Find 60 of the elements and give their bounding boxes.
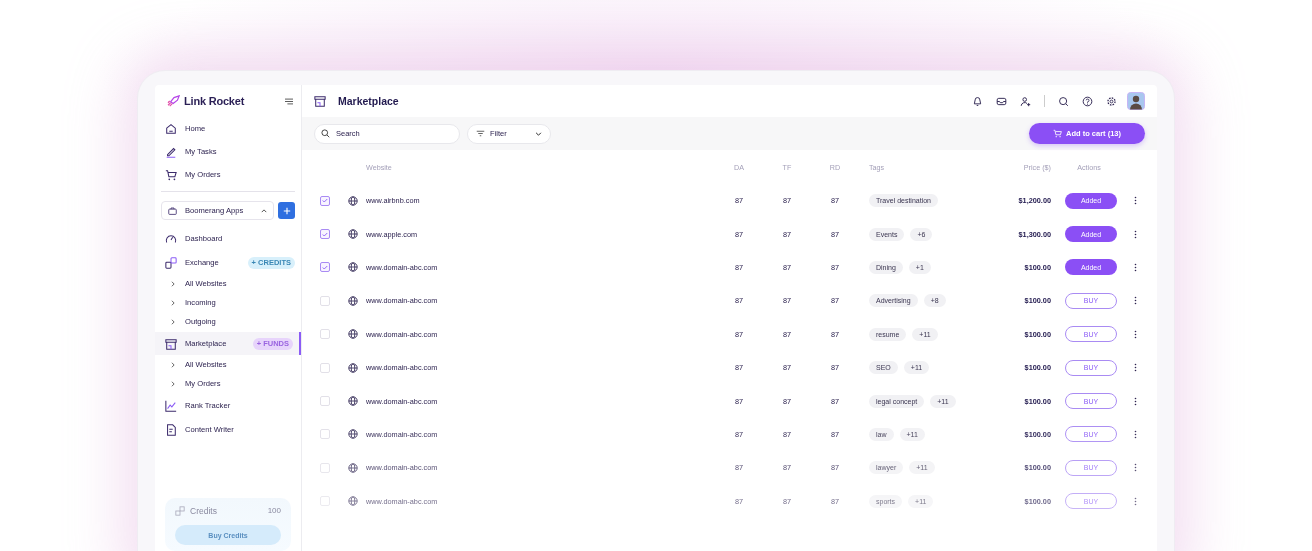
search-icon xyxy=(321,129,330,138)
kebab-menu-icon[interactable] xyxy=(1134,429,1137,439)
store-icon xyxy=(314,95,326,107)
inbox-icon[interactable] xyxy=(996,95,1007,107)
globe-icon xyxy=(348,195,358,206)
filter-icon xyxy=(476,129,485,138)
chevron-up-icon xyxy=(261,208,267,213)
checkmark-icon xyxy=(322,198,328,204)
chevron-down-icon xyxy=(535,131,542,136)
home-icon xyxy=(165,122,177,135)
checkmark-icon xyxy=(322,264,328,270)
avatar-icon[interactable] xyxy=(1127,92,1145,110)
gauge-icon xyxy=(165,232,177,245)
add-user-icon[interactable] xyxy=(1020,95,1031,107)
chevron-right-icon xyxy=(171,380,175,387)
chevron-right-icon xyxy=(171,361,175,368)
checkbox[interactable] xyxy=(320,229,330,240)
globe-icon xyxy=(348,396,358,407)
menu-icon[interactable] xyxy=(285,97,293,105)
logo-text: Link Rocket xyxy=(184,95,245,107)
kebab-menu-icon[interactable] xyxy=(1134,229,1137,239)
cart-icon xyxy=(1053,129,1062,138)
globe-icon xyxy=(348,362,358,373)
kebab-menu-icon[interactable] xyxy=(1134,296,1137,306)
chevron-right-icon xyxy=(171,280,175,287)
exchange-icon xyxy=(165,256,177,269)
kebab-menu-icon[interactable] xyxy=(1134,262,1137,272)
settings-icon[interactable] xyxy=(1106,95,1117,107)
globe-icon xyxy=(348,429,358,440)
globe-icon xyxy=(348,262,358,273)
search-icon[interactable] xyxy=(1058,95,1069,107)
credits-value: 100 xyxy=(267,506,281,515)
globe-icon xyxy=(348,496,358,507)
rocket-logo-icon xyxy=(167,95,181,107)
kebab-menu-icon[interactable] xyxy=(1134,329,1137,339)
globe-icon xyxy=(348,295,358,306)
credits-icon xyxy=(175,505,185,516)
credits-label: Credits xyxy=(190,505,218,516)
kebab-menu-icon[interactable] xyxy=(1134,396,1137,406)
page-title: Marketplace xyxy=(338,95,400,107)
globe-icon xyxy=(348,229,358,240)
checkbox[interactable] xyxy=(320,262,330,273)
kebab-menu-icon[interactable] xyxy=(1134,196,1137,206)
plus-icon xyxy=(282,206,291,215)
pencil-icon xyxy=(165,145,177,158)
checkmark-icon xyxy=(322,231,328,237)
briefcase-icon xyxy=(168,206,177,215)
kebab-menu-icon[interactable] xyxy=(1134,363,1137,373)
chevron-right-icon xyxy=(171,318,175,325)
chart-icon xyxy=(165,399,177,412)
store-icon xyxy=(165,337,177,350)
checkbox[interactable] xyxy=(320,195,330,206)
bell-icon[interactable] xyxy=(972,95,983,107)
chevron-right-icon xyxy=(171,299,175,306)
help-icon[interactable] xyxy=(1082,95,1093,107)
document-icon xyxy=(165,423,177,436)
add-button[interactable] xyxy=(278,202,295,219)
cart-icon xyxy=(165,168,177,181)
globe-icon xyxy=(348,462,358,473)
globe-icon xyxy=(348,329,358,340)
